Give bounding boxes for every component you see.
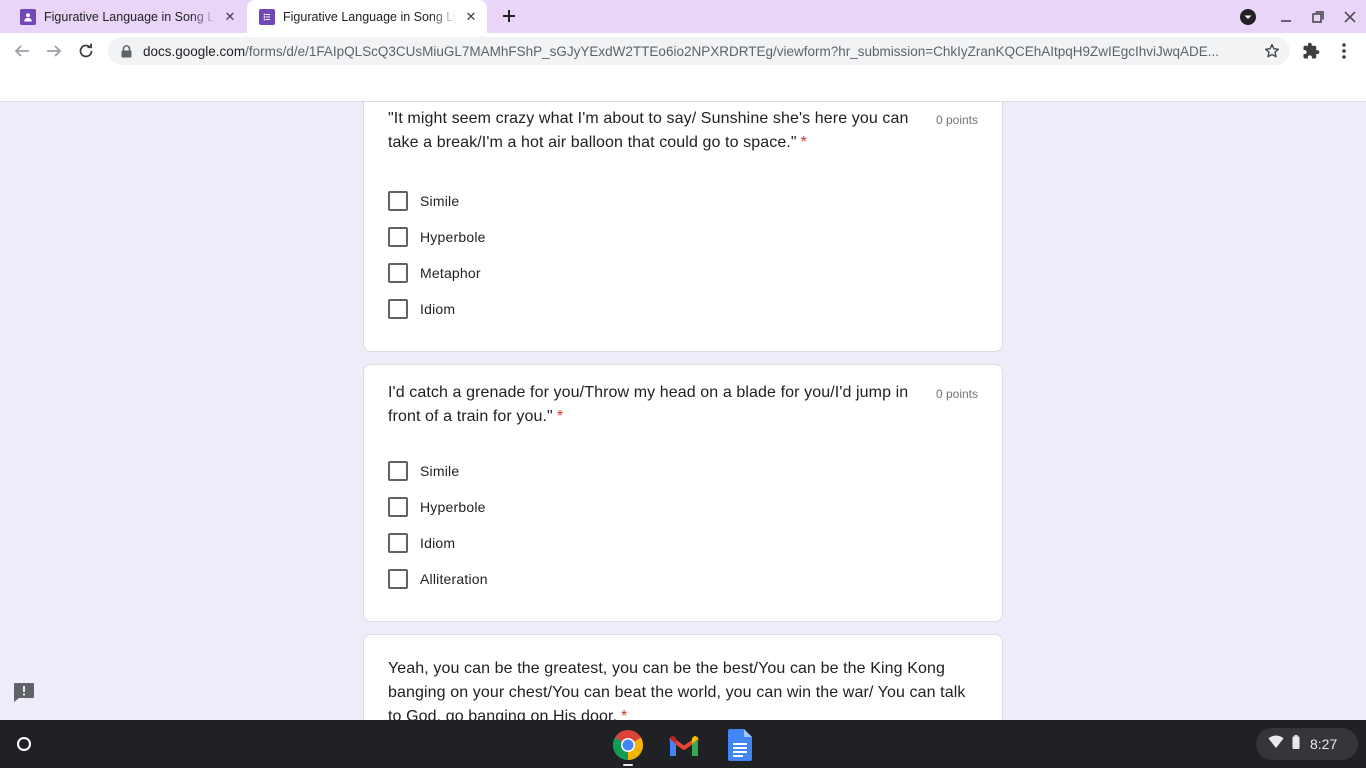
checkbox-option[interactable]: Alliteration — [388, 567, 488, 591]
reload-icon[interactable] — [74, 39, 98, 63]
docs-icon[interactable] — [724, 729, 756, 761]
checkbox-option[interactable]: Hyperbole — [388, 495, 486, 519]
form-page: "It might seem crazy what I'm about to s… — [0, 102, 1366, 720]
google-forms-favicon-icon — [20, 8, 36, 25]
option-label: Alliteration — [420, 571, 488, 587]
checkbox-option[interactable]: Idiom — [388, 297, 455, 321]
address-bar[interactable]: docs.google.com/forms/d/e/1FAIpQLScQ3CUs… — [108, 37, 1290, 65]
forward-icon[interactable] — [42, 39, 66, 63]
question-title: I'd catch a grenade for you/Throw my hea… — [388, 384, 909, 425]
status-tray[interactable]: 8:27 — [1256, 728, 1358, 760]
required-asterisk: * — [800, 134, 807, 151]
question-title: "It might seem crazy what I'm about to s… — [388, 110, 909, 151]
close-tab-icon[interactable]: ✕ — [461, 7, 481, 27]
tab-strip: Figurative Language in Song Lyrics ✕ Fig… — [0, 0, 1366, 33]
bookmark-bar — [0, 69, 1366, 102]
question-card: "It might seem crazy what I'm about to s… — [363, 102, 1003, 352]
option-label: Idiom — [420, 301, 456, 317]
required-asterisk: * — [621, 708, 628, 720]
checkbox-option[interactable]: Metaphor — [388, 261, 481, 285]
tab-title: Figurative Language in Song Lyrics — [44, 9, 216, 24]
extensions-puzzle-icon[interactable] — [1299, 39, 1323, 63]
question-text: Yeah, you can be the greatest, you can b… — [388, 657, 978, 720]
chrome-running-indicator — [623, 764, 633, 766]
checkbox[interactable] — [388, 533, 408, 553]
browser-menu-icon[interactable] — [1332, 39, 1356, 63]
report-feedback-icon[interactable] — [13, 682, 35, 702]
new-tab-plus-icon[interactable] — [498, 5, 520, 27]
required-asterisk: * — [556, 408, 564, 425]
question-text: I'd catch a grenade for you/Throw my hea… — [388, 381, 918, 429]
tab-title: Figurative Language in Song Lyrics — [283, 9, 457, 24]
chrome-icon[interactable] — [612, 729, 644, 761]
question-text: "It might seem crazy what I'm about to s… — [388, 107, 918, 155]
question-points: 0 points — [935, 387, 978, 401]
close-tab-icon[interactable]: ✕ — [220, 7, 240, 27]
checkbox-option[interactable]: Simile — [388, 459, 459, 483]
minimize-icon[interactable] — [1275, 6, 1297, 28]
checkbox[interactable] — [388, 497, 408, 517]
checkbox-option[interactable]: Simile — [388, 189, 459, 213]
browser-tab[interactable]: Figurative Language in Song Lyrics ✕ — [8, 0, 246, 33]
tab-search-icon[interactable] — [1237, 6, 1259, 28]
option-label: Metaphor — [420, 265, 481, 281]
checkbox-option[interactable]: Hyperbole — [388, 225, 486, 249]
checkbox[interactable] — [388, 191, 408, 211]
restore-icon[interactable] — [1307, 6, 1329, 28]
browser-toolbar: docs.google.com/forms/d/e/1FAIpQLScQ3CUs… — [0, 33, 1366, 69]
browser-tab-active[interactable]: Figurative Language in Song Lyrics ✕ — [247, 0, 487, 33]
question-points: 0 points — [935, 113, 978, 127]
option-label: Simile — [420, 193, 460, 209]
option-label: Idiom — [420, 535, 456, 551]
back-icon[interactable] — [10, 39, 34, 63]
close-window-icon[interactable] — [1339, 6, 1361, 28]
checkbox-option[interactable]: Idiom — [388, 531, 455, 555]
question-card: Yeah, you can be the greatest, you can b… — [363, 634, 1003, 720]
checkbox[interactable] — [388, 299, 408, 319]
bookmark-star-icon[interactable] — [1262, 41, 1282, 61]
checkbox[interactable] — [388, 263, 408, 283]
wifi-icon — [1268, 735, 1284, 754]
question-title: Yeah, you can be the greatest, you can b… — [388, 660, 966, 720]
launcher-icon[interactable] — [10, 730, 38, 758]
url-text[interactable]: docs.google.com/forms/d/e/1FAIpQLScQ3CUs… — [143, 44, 1249, 59]
lock-icon[interactable] — [119, 44, 133, 58]
url-path: /forms/d/e/1FAIpQLScQ3CUsMiuGL7MAMhFShP_… — [245, 43, 1220, 59]
checkbox[interactable] — [388, 227, 408, 247]
google-forms-favicon-icon — [259, 8, 275, 25]
question-card: I'd catch a grenade for you/Throw my hea… — [363, 364, 1003, 622]
battery-icon — [1292, 734, 1300, 754]
option-label: Simile — [420, 463, 460, 479]
url-host: docs.google.com — [143, 43, 246, 59]
checkbox[interactable] — [388, 569, 408, 589]
clock-time: 8:27 — [1310, 736, 1338, 752]
system-shelf: 8:27 — [0, 720, 1366, 768]
checkbox[interactable] — [388, 461, 408, 481]
gmail-icon[interactable] — [668, 729, 700, 761]
option-label: Hyperbole — [420, 499, 486, 515]
option-label: Hyperbole — [420, 229, 486, 245]
